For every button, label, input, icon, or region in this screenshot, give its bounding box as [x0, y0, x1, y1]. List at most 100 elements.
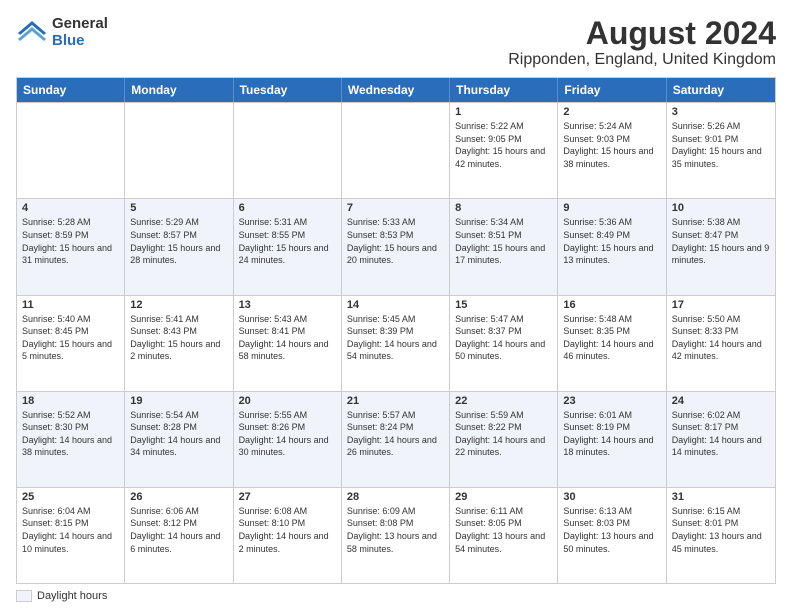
calendar-cell: 19 Sunrise: 5:54 AM Sunset: 8:28 PM Dayli… — [125, 392, 233, 487]
day-info: Sunrise: 5:28 AM Sunset: 8:59 PM Dayligh… — [22, 216, 119, 266]
day-info: Sunrise: 5:59 AM Sunset: 8:22 PM Dayligh… — [455, 409, 552, 459]
calendar-body: 1 Sunrise: 5:22 AM Sunset: 9:05 PM Daylig… — [17, 102, 775, 583]
day-number: 22 — [455, 395, 552, 407]
day-number: 7 — [347, 202, 444, 214]
calendar-cell: 15Sunrise: 5:47 AM Sunset: 8:37 PM Dayli… — [450, 296, 558, 391]
day-number: 17 — [672, 299, 770, 311]
day-info: Sunrise: 5:36 AM Sunset: 8:49 PM Dayligh… — [563, 216, 660, 266]
day-info: Sunrise: 5:57 AM Sunset: 8:24 PM Dayligh… — [347, 409, 444, 459]
day-number: 29 — [455, 491, 552, 503]
cal-header-cell: Friday — [558, 78, 666, 102]
calendar-cell: 17 Sunrise: 5:50 AM Sunset: 8:33 PM Dayli… — [667, 296, 775, 391]
day-number: 27 — [239, 491, 336, 503]
day-number: 3 — [672, 106, 770, 118]
calendar-cell: 12Sunrise: 5:41 AM Sunset: 8:43 PM Dayli… — [125, 296, 233, 391]
day-info: Sunrise: 6:06 AM Sunset: 8:12 PM Dayligh… — [130, 505, 227, 555]
calendar-cell: 6 Sunrise: 5:31 AM Sunset: 8:55 PM Daylig… — [234, 199, 342, 294]
month-title: August 2024 — [508, 16, 776, 51]
day-info: Sunrise: 6:11 AM Sunset: 8:05 PM Dayligh… — [455, 505, 552, 555]
calendar-cell: 7 Sunrise: 5:33 AM Sunset: 8:53 PM Daylig… — [342, 199, 450, 294]
day-info: Sunrise: 5:33 AM Sunset: 8:53 PM Dayligh… — [347, 216, 444, 266]
day-number: 5 — [130, 202, 227, 214]
day-number: 28 — [347, 491, 444, 503]
cal-header-cell: Thursday — [450, 78, 558, 102]
day-info: Sunrise: 5:41 AM Sunset: 8:43 PM Dayligh… — [130, 313, 227, 363]
day-number: 30 — [563, 491, 660, 503]
day-info: Sunrise: 5:31 AM Sunset: 8:55 PM Dayligh… — [239, 216, 336, 266]
logo-general: General — [52, 16, 108, 33]
calendar-cell — [125, 103, 233, 198]
cal-header-cell: Wednesday — [342, 78, 450, 102]
calendar-cell: 5Sunrise: 5:29 AM Sunset: 8:57 PM Daylig… — [125, 199, 233, 294]
calendar-cell: 1 Sunrise: 5:22 AM Sunset: 9:05 PM Daylig… — [450, 103, 558, 198]
calendar: SundayMondayTuesdayWednesdayThursdayFrid… — [16, 77, 776, 584]
day-number: 31 — [672, 491, 770, 503]
day-info: Sunrise: 6:04 AM Sunset: 8:15 PM Dayligh… — [22, 505, 119, 555]
logo-icon — [16, 19, 48, 47]
calendar-cell: 24Sunrise: 6:02 AM Sunset: 8:17 PM Dayli… — [667, 392, 775, 487]
day-number: 25 — [22, 491, 119, 503]
calendar-cell: 25 Sunrise: 6:04 AM Sunset: 8:15 PM Dayli… — [17, 488, 125, 583]
day-number: 13 — [239, 299, 336, 311]
calendar-row: 11 Sunrise: 5:40 AM Sunset: 8:45 PM Dayli… — [17, 295, 775, 391]
calendar-cell: 20 Sunrise: 5:55 AM Sunset: 8:26 PM Dayli… — [234, 392, 342, 487]
calendar-cell — [234, 103, 342, 198]
day-info: Sunrise: 5:47 AM Sunset: 8:37 PM Dayligh… — [455, 313, 552, 363]
calendar-cell: 14 Sunrise: 5:45 AM Sunset: 8:39 PM Dayli… — [342, 296, 450, 391]
day-info: Sunrise: 5:22 AM Sunset: 9:05 PM Dayligh… — [455, 120, 552, 170]
cal-header-cell: Monday — [125, 78, 233, 102]
day-number: 19 — [130, 395, 227, 407]
day-info: Sunrise: 6:01 AM Sunset: 8:19 PM Dayligh… — [563, 409, 660, 459]
day-info: Sunrise: 5:24 AM Sunset: 9:03 PM Dayligh… — [563, 120, 660, 170]
calendar-cell: 29 Sunrise: 6:11 AM Sunset: 8:05 PM Dayli… — [450, 488, 558, 583]
cal-header-cell: Saturday — [667, 78, 775, 102]
calendar-cell: 10 Sunrise: 5:38 AM Sunset: 8:47 PM Dayli… — [667, 199, 775, 294]
calendar-cell: 18 Sunrise: 5:52 AM Sunset: 8:30 PM Dayli… — [17, 392, 125, 487]
day-info: Sunrise: 5:34 AM Sunset: 8:51 PM Dayligh… — [455, 216, 552, 266]
calendar-cell: 9 Sunrise: 5:36 AM Sunset: 8:49 PM Daylig… — [558, 199, 666, 294]
day-number: 10 — [672, 202, 770, 214]
day-info: Sunrise: 6:02 AM Sunset: 8:17 PM Dayligh… — [672, 409, 770, 459]
day-info: Sunrise: 5:43 AM Sunset: 8:41 PM Dayligh… — [239, 313, 336, 363]
calendar-cell: 4Sunrise: 5:28 AM Sunset: 8:59 PM Daylig… — [17, 199, 125, 294]
day-info: Sunrise: 6:15 AM Sunset: 8:01 PM Dayligh… — [672, 505, 770, 555]
location-title: Ripponden, England, United Kingdom — [508, 51, 776, 69]
logo-blue: Blue — [52, 33, 108, 50]
day-number: 16 — [563, 299, 660, 311]
calendar-cell — [17, 103, 125, 198]
day-number: 2 — [563, 106, 660, 118]
cal-header-cell: Tuesday — [234, 78, 342, 102]
day-info: Sunrise: 5:55 AM Sunset: 8:26 PM Dayligh… — [239, 409, 336, 459]
calendar-row: 25 Sunrise: 6:04 AM Sunset: 8:15 PM Dayli… — [17, 487, 775, 583]
day-number: 9 — [563, 202, 660, 214]
calendar-cell: 8Sunrise: 5:34 AM Sunset: 8:51 PM Daylig… — [450, 199, 558, 294]
day-info: Sunrise: 5:54 AM Sunset: 8:28 PM Dayligh… — [130, 409, 227, 459]
calendar-cell: 31 Sunrise: 6:15 AM Sunset: 8:01 PM Dayli… — [667, 488, 775, 583]
calendar-cell: 23Sunrise: 6:01 AM Sunset: 8:19 PM Dayli… — [558, 392, 666, 487]
day-info: Sunrise: 5:38 AM Sunset: 8:47 PM Dayligh… — [672, 216, 770, 266]
day-number: 26 — [130, 491, 227, 503]
day-info: Sunrise: 5:40 AM Sunset: 8:45 PM Dayligh… — [22, 313, 119, 363]
day-info: Sunrise: 5:50 AM Sunset: 8:33 PM Dayligh… — [672, 313, 770, 363]
day-number: 18 — [22, 395, 119, 407]
logo: General Blue — [16, 16, 108, 49]
calendar-cell: 22 Sunrise: 5:59 AM Sunset: 8:22 PM Dayli… — [450, 392, 558, 487]
day-number: 1 — [455, 106, 552, 118]
legend-label: Daylight hours — [37, 590, 107, 602]
calendar-header-row: SundayMondayTuesdayWednesdayThursdayFrid… — [17, 78, 775, 102]
title-block: August 2024 Ripponden, England, United K… — [508, 16, 776, 69]
calendar-cell: 16 Sunrise: 5:48 AM Sunset: 8:35 PM Dayli… — [558, 296, 666, 391]
day-info: Sunrise: 5:45 AM Sunset: 8:39 PM Dayligh… — [347, 313, 444, 363]
calendar-cell: 11 Sunrise: 5:40 AM Sunset: 8:45 PM Dayli… — [17, 296, 125, 391]
logo-text: General Blue — [52, 16, 108, 49]
calendar-cell: 13 Sunrise: 5:43 AM Sunset: 8:41 PM Dayli… — [234, 296, 342, 391]
day-number: 11 — [22, 299, 119, 311]
day-info: Sunrise: 6:08 AM Sunset: 8:10 PM Dayligh… — [239, 505, 336, 555]
calendar-row: 4Sunrise: 5:28 AM Sunset: 8:59 PM Daylig… — [17, 198, 775, 294]
day-number: 14 — [347, 299, 444, 311]
day-number: 6 — [239, 202, 336, 214]
day-number: 20 — [239, 395, 336, 407]
day-info: Sunrise: 5:26 AM Sunset: 9:01 PM Dayligh… — [672, 120, 770, 170]
day-info: Sunrise: 5:52 AM Sunset: 8:30 PM Dayligh… — [22, 409, 119, 459]
day-info: Sunrise: 5:48 AM Sunset: 8:35 PM Dayligh… — [563, 313, 660, 363]
